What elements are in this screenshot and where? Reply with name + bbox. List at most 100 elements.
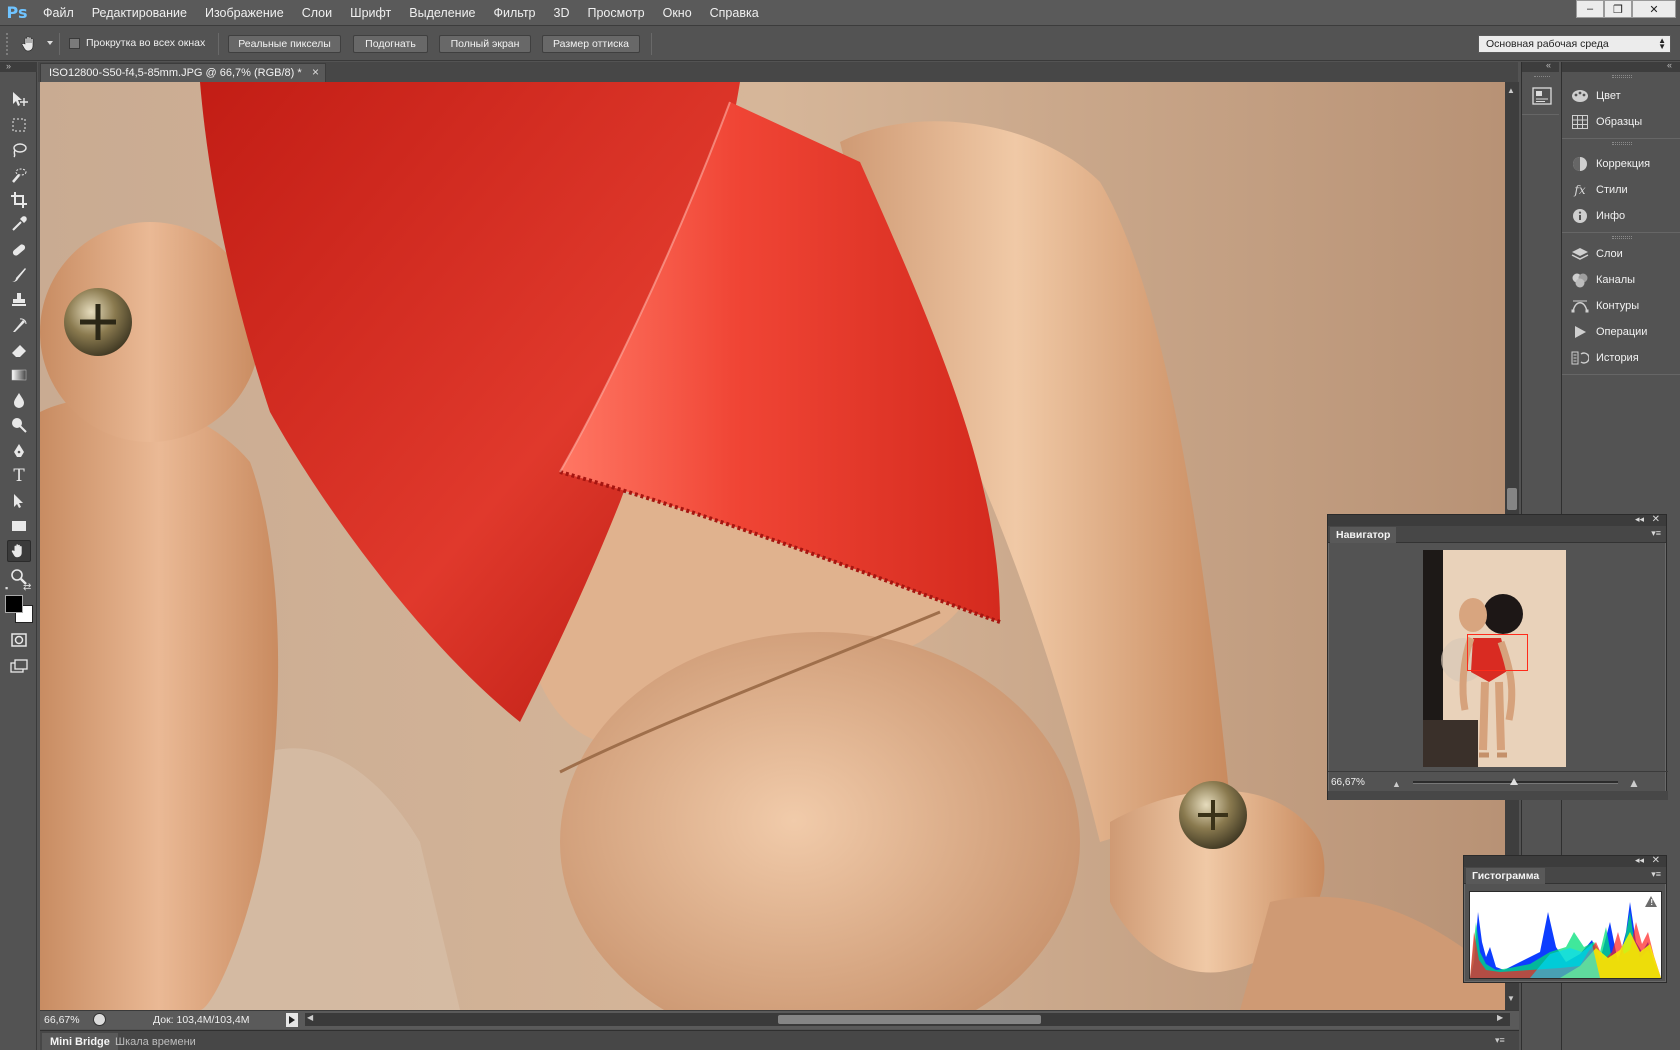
histogram-panel-titlebar[interactable]: ◂◂ ✕ [1464, 855, 1666, 867]
menu-file[interactable]: Файл [34, 0, 83, 26]
panel-group-grip[interactable] [1612, 142, 1632, 145]
image-canvas[interactable] [40, 82, 1505, 1010]
panel-adjustments[interactable]: Коррекция [1570, 152, 1680, 176]
navigator-panel-titlebar[interactable]: ◂◂ ✕ [1328, 514, 1666, 526]
history-icon [1570, 350, 1590, 366]
navigator-close-icon[interactable]: ✕ [1652, 514, 1660, 525]
fill-screen-button[interactable]: Полный экран [439, 35, 531, 53]
zoom-in-icon[interactable]: ▲ [1628, 776, 1640, 790]
move-tool-icon[interactable] [7, 88, 31, 110]
navigator-collapse-icon[interactable]: ◂◂ [1635, 514, 1644, 525]
dock-grip[interactable] [1534, 76, 1550, 78]
collapse-toolbox-icon[interactable]: » [6, 61, 11, 71]
panel-group-grip[interactable] [1612, 75, 1632, 78]
status-zoom[interactable]: 66,67% [44, 1014, 80, 1026]
histogram-close-icon[interactable]: ✕ [1652, 855, 1660, 866]
options-bar-grip[interactable] [6, 33, 20, 55]
preset-dropdown-icon[interactable] [47, 41, 53, 45]
vertical-scroll-thumb[interactable] [1507, 488, 1517, 510]
minimize-button[interactable]: – [1576, 0, 1604, 18]
panel-info[interactable]: Инфо [1570, 204, 1680, 228]
close-document-icon[interactable]: × [312, 65, 319, 79]
dock-header[interactable]: « [1522, 60, 1559, 72]
panel-swatches[interactable]: Образцы [1570, 110, 1680, 134]
foreground-color-swatch[interactable] [5, 595, 23, 613]
hand-tool-icon[interactable] [7, 540, 31, 562]
navigator-thumbnail[interactable] [1423, 550, 1566, 767]
lasso-tool-icon[interactable] [7, 139, 31, 161]
fit-screen-button[interactable]: Подогнать [353, 35, 428, 53]
panel-channels[interactable]: Каналы [1570, 268, 1680, 292]
path-selection-tool-icon[interactable] [7, 490, 31, 512]
navigator-menu-icon[interactable]: ▾≡ [1651, 528, 1661, 539]
pen-tool-icon[interactable] [7, 440, 31, 462]
dodge-tool-icon[interactable] [7, 414, 31, 436]
panel-paths[interactable]: Контуры [1570, 294, 1680, 318]
swap-colors-icon[interactable]: ⇄ [23, 582, 31, 593]
scroll-left-icon[interactable]: ◀ [307, 1013, 313, 1022]
panel-layers[interactable]: Слои [1570, 242, 1680, 266]
hand-tool-preset-icon[interactable] [20, 35, 40, 53]
panel-group-grip[interactable] [1612, 236, 1632, 239]
healing-brush-tool-icon[interactable] [7, 239, 31, 261]
menu-3d[interactable]: 3D [545, 0, 579, 26]
blur-tool-icon[interactable] [7, 389, 31, 411]
menu-help[interactable]: Справка [701, 0, 768, 26]
panel-history[interactable]: История [1570, 346, 1680, 370]
navigator-view-box[interactable] [1467, 634, 1528, 671]
workspace-select[interactable]: Основная рабочая среда ▲ ▼ [1478, 35, 1671, 53]
scroll-right-icon[interactable]: ▶ [1497, 1013, 1503, 1022]
crop-tool-icon[interactable] [7, 189, 31, 211]
eraser-tool-icon[interactable] [7, 339, 31, 361]
expand-dock-icon[interactable]: « [1546, 60, 1551, 70]
panel-styles[interactable]: fx Стили [1570, 178, 1680, 202]
rectangle-tool-icon[interactable] [7, 515, 31, 537]
scroll-down-icon[interactable]: ▼ [1507, 994, 1515, 1003]
menu-window[interactable]: Окно [654, 0, 701, 26]
menu-select[interactable]: Выделение [400, 0, 484, 26]
actual-pixels-button[interactable]: Реальные пикселы [228, 35, 341, 53]
expand-panels-icon[interactable]: « [1667, 60, 1672, 70]
menu-edit[interactable]: Редактирование [83, 0, 196, 26]
history-brush-tool-icon[interactable] [7, 314, 31, 336]
panel-color[interactable]: Цвет [1570, 84, 1680, 108]
scroll-up-icon[interactable]: ▲ [1507, 86, 1515, 95]
document-tab[interactable]: ISO12800-S50-f4,5-85mm.JPG @ 66,7% (RGB/… [40, 63, 326, 82]
toolbox-header[interactable]: » [0, 61, 37, 72]
default-colors-icon[interactable]: ▪ [5, 583, 8, 593]
gradient-tool-icon[interactable] [7, 364, 31, 386]
navigator-zoom-slider-thumb[interactable] [1510, 778, 1518, 785]
close-window-button[interactable]: ✕ [1632, 0, 1676, 18]
horizontal-scroll-thumb[interactable] [778, 1015, 1041, 1024]
print-size-button[interactable]: Размер оттиска [542, 35, 640, 53]
navigator-resize-bar[interactable] [1328, 791, 1668, 800]
menu-layers[interactable]: Слои [293, 0, 341, 26]
menu-view[interactable]: Просмотр [579, 0, 654, 26]
navigator-panel-icon[interactable] [1532, 86, 1552, 106]
menu-filter[interactable]: Фильтр [485, 0, 545, 26]
canvas-horizontal-scrollbar[interactable]: ◀ ▶ [305, 1013, 1510, 1026]
panel-actions[interactable]: Операции [1570, 320, 1680, 344]
clone-stamp-tool-icon[interactable] [7, 289, 31, 311]
histogram-menu-icon[interactable]: ▾≡ [1651, 869, 1661, 880]
screen-mode-icon[interactable] [7, 655, 31, 677]
bottom-panel-menu-icon[interactable]: ▾≡ [1495, 1035, 1505, 1046]
quick-selection-tool-icon[interactable] [7, 164, 31, 186]
navigator-zoom-value[interactable]: 66,67% [1331, 777, 1365, 788]
brush-tool-icon[interactable] [7, 264, 31, 286]
navigator-tab[interactable]: Навигатор [1330, 527, 1397, 543]
menu-image[interactable]: Изображение [196, 0, 293, 26]
scroll-all-windows-checkbox[interactable] [69, 38, 80, 49]
menu-type[interactable]: Шрифт [341, 0, 400, 26]
marquee-tool-icon[interactable] [7, 114, 31, 136]
quick-mask-icon[interactable] [7, 629, 31, 651]
status-info-icon[interactable] [93, 1013, 106, 1026]
eyedropper-tool-icon[interactable] [7, 213, 31, 235]
type-tool-icon[interactable]: T [7, 465, 31, 487]
histogram-tab[interactable]: Гистограмма [1466, 868, 1546, 884]
restore-button[interactable]: ❐ [1604, 0, 1632, 18]
zoom-out-icon[interactable]: ▲ [1392, 779, 1401, 789]
tab-timeline[interactable]: Шкала времени [107, 1033, 204, 1050]
panel-dock-header[interactable]: « [1562, 60, 1680, 72]
histogram-collapse-icon[interactable]: ◂◂ [1635, 855, 1644, 866]
